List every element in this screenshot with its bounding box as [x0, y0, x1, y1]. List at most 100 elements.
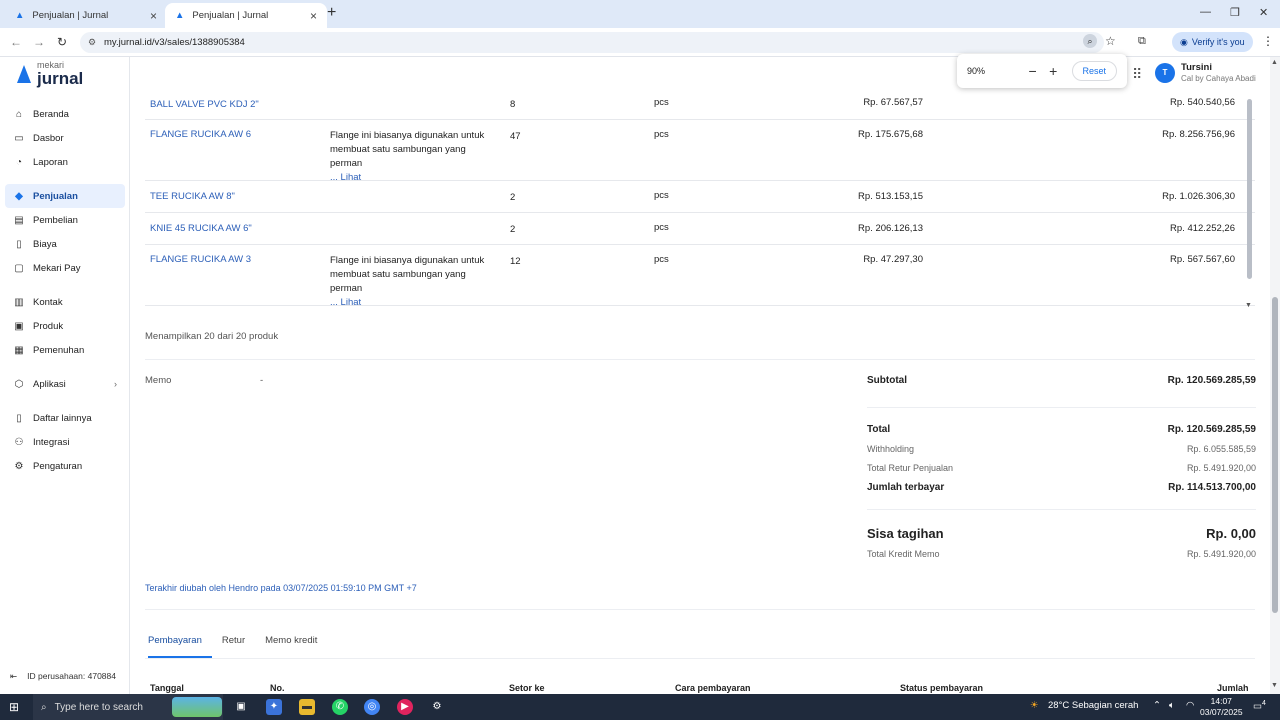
sidebar-item-beranda[interactable]: ⌂ Beranda	[5, 102, 125, 126]
taskbar-clock[interactable]: 14:07 03/07/2025	[1200, 696, 1243, 718]
search-icon: ⌕	[41, 701, 47, 713]
forward-icon[interactable]: →	[33, 35, 45, 49]
product-name-link[interactable]: FLANGE RUCIKA AW 3	[150, 254, 251, 265]
tab-memo-kredit[interactable]: Memo kredit	[265, 635, 327, 658]
app-launcher-icon[interactable]: ⠿	[1132, 66, 1142, 83]
report-icon: ◔	[15, 156, 23, 168]
product-icon: ▣	[14, 320, 24, 332]
chrome-icon[interactable]: ◎	[364, 699, 380, 715]
collapse-sidebar-icon[interactable]: ⇤	[10, 671, 17, 682]
sidebar-menu: ⌂ Beranda ▭ Dasbor ◔ Laporan ◆ Penjualan ▤ Pe…	[5, 102, 125, 478]
tray-chevron-icon[interactable]: ⌃	[1153, 700, 1161, 711]
verify-button[interactable]: ◉ Verify it's you	[1172, 32, 1253, 52]
col-jumlah: Jumlah	[1217, 683, 1249, 693]
sidebar-item-pengaturan[interactable]: ⚙ Pengaturan	[5, 454, 125, 478]
notification-icon[interactable]: ▭4	[1253, 700, 1266, 712]
sidebar-item-kontak[interactable]: ▥ Kontak	[5, 290, 125, 314]
sidebar-item-daftar-lainnya[interactable]: ▯ Daftar lainnya	[5, 406, 125, 430]
back-icon[interactable]: ←	[10, 35, 22, 49]
scroll-down-arrow-icon[interactable]: ▼	[1271, 682, 1278, 689]
sidebar-item-produk[interactable]: ▣ Produk	[5, 314, 125, 338]
zoom-level: 90%	[967, 66, 986, 76]
product-name-link[interactable]: FLANGE RUCIKA AW 6	[150, 129, 251, 140]
close-tab-icon[interactable]: ×	[310, 9, 317, 23]
tab-title: Penjualan | Jurnal	[32, 10, 109, 21]
maximize-icon[interactable]: ❐	[1230, 6, 1240, 19]
company-id: ⇤ ID perusahaan: 470884	[10, 671, 116, 682]
sidebar-item-penjualan[interactable]: ◆ Penjualan	[5, 184, 125, 208]
zoom-out-button[interactable]: −	[1024, 63, 1041, 79]
tab-pembayaran[interactable]: Pembayaran	[148, 635, 212, 658]
total-row: Total Rp. 120.569.285,59	[867, 424, 1256, 435]
network-icon[interactable]: ◠	[1186, 700, 1194, 711]
new-tab-icon[interactable]: +	[327, 4, 336, 22]
site-info-icon[interactable]: ⚙	[88, 37, 96, 48]
address-bar[interactable]: ⚙ my.jurnal.id/v3/sales/1388905384	[80, 32, 1104, 53]
task-view-icon[interactable]: ▣	[233, 699, 249, 715]
browser-tabbar: ▲ Penjualan | Jurnal × ▲ Penjualan | Jur…	[0, 0, 1280, 28]
tab-retur[interactable]: Retur	[222, 635, 255, 658]
whatsapp-icon[interactable]: ✆	[332, 699, 348, 715]
media-player-icon[interactable]: ▶	[397, 699, 413, 715]
browser-tab-2[interactable]: ▲ Penjualan | Jurnal ×	[165, 3, 327, 28]
retur-row: Total Retur Penjualan Rp. 5.491.920,00	[867, 463, 1256, 473]
volume-icon[interactable]: 🔈︎	[1169, 700, 1175, 711]
browser-menu-icon[interactable]: ⋮	[1262, 34, 1274, 48]
page-scrollbar[interactable]: ▲ ▼	[1270, 57, 1280, 694]
product-price: Rp. 67.567,57	[863, 97, 923, 108]
zoom-in-button[interactable]: +	[1045, 63, 1062, 79]
jurnal-favicon-icon: ▲	[175, 10, 185, 21]
close-tab-icon[interactable]: ×	[150, 9, 157, 23]
minimize-icon[interactable]: —	[1200, 6, 1211, 18]
zoom-reset-button[interactable]: Reset	[1071, 61, 1118, 81]
col-status-pembayaran: Status pembayaran	[900, 683, 984, 693]
pay-icon: ▢	[14, 262, 24, 274]
apps-icon: ⬡	[14, 378, 24, 390]
scroll-up-arrow-icon[interactable]: ▲	[1271, 59, 1278, 66]
zoom-icon[interactable]: ⌕	[1083, 34, 1097, 48]
sidebar-item-mekari-pay[interactable]: ▢ Mekari Pay	[5, 256, 125, 280]
sidebar-item-laporan[interactable]: ◔ Laporan	[5, 150, 125, 174]
col-setor-ke: Setor ke	[509, 683, 545, 693]
windows-taskbar: ⊞ ⌕ Type here to search ▣ ✦ ▬ ✆ ◎ ▶ ⚙ ☀ …	[0, 694, 1280, 720]
sidebar-item-integrasi[interactable]: ⚇ Integrasi	[5, 430, 125, 454]
copilot-icon[interactable]: ✦	[266, 699, 282, 715]
jurnal-logo[interactable]: mekari jurnal	[15, 61, 83, 87]
fulfillment-icon: ▦	[14, 344, 24, 356]
close-window-icon[interactable]: ✕	[1259, 6, 1268, 19]
table-scroll-thumb[interactable]	[1247, 99, 1252, 279]
page-scroll-thumb[interactable]	[1272, 297, 1278, 613]
avatar: T	[1155, 63, 1175, 83]
browser-tab-1[interactable]: ▲ Penjualan | Jurnal ×	[5, 3, 167, 28]
divider	[867, 509, 1256, 510]
sidebar-item-pemenuhan[interactable]: ▦ Pemenuhan	[5, 338, 125, 362]
jurnal-logo-icon	[15, 65, 33, 83]
logo-jurnal: jurnal	[37, 69, 84, 88]
product-name-link[interactable]: BALL VALVE PVC KDJ 2"	[150, 99, 259, 110]
product-name-link[interactable]: TEE RUCIKA AW 8"	[150, 191, 235, 202]
sidebar-item-biaya[interactable]: ▯ Biaya	[5, 232, 125, 256]
file-explorer-icon[interactable]: ▬	[299, 699, 315, 715]
paid-row: Jumlah terbayar Rp. 114.513.700,00	[867, 482, 1256, 493]
product-price: Rp. 206.126,13	[858, 223, 923, 234]
weather-text[interactable]: 28°C Sebagian cerah	[1048, 700, 1138, 711]
windows-start-icon[interactable]: ⊞	[9, 700, 19, 714]
product-count: Menampilkan 20 dari 20 produk	[145, 331, 279, 342]
table-scrollbar[interactable]: ▼	[1245, 91, 1253, 309]
product-unit: pcs	[654, 129, 669, 140]
reload-icon[interactable]: ↻	[57, 35, 67, 49]
product-amount: Rp. 8.256.756,96	[1162, 129, 1235, 140]
tab-search-icon[interactable]: ⧉	[1138, 35, 1146, 48]
product-name-link[interactable]: KNIE 45 RUCIKA AW 6"	[150, 223, 252, 234]
bookmark-star-icon[interactable]: ☆	[1105, 34, 1116, 48]
profile-icon: ◉	[1180, 36, 1188, 47]
weather-icon[interactable]: ☀	[1030, 700, 1039, 711]
scroll-down-arrow-icon[interactable]: ▼	[1245, 302, 1252, 309]
user-menu[interactable]: T Tursini Cal by Cahaya Abadi	[1155, 62, 1256, 83]
see-more-link[interactable]: ... Lihat	[330, 297, 361, 308]
sidebar-item-pembelian[interactable]: ▤ Pembelian	[5, 208, 125, 232]
settings-app-icon[interactable]: ⚙	[429, 699, 445, 715]
sidebar-item-dasbor[interactable]: ▭ Dasbor	[5, 126, 125, 150]
sidebar-item-aplikasi[interactable]: ⬡ Aplikasi ›	[5, 372, 125, 396]
product-price: Rp. 47.297,30	[863, 254, 923, 265]
